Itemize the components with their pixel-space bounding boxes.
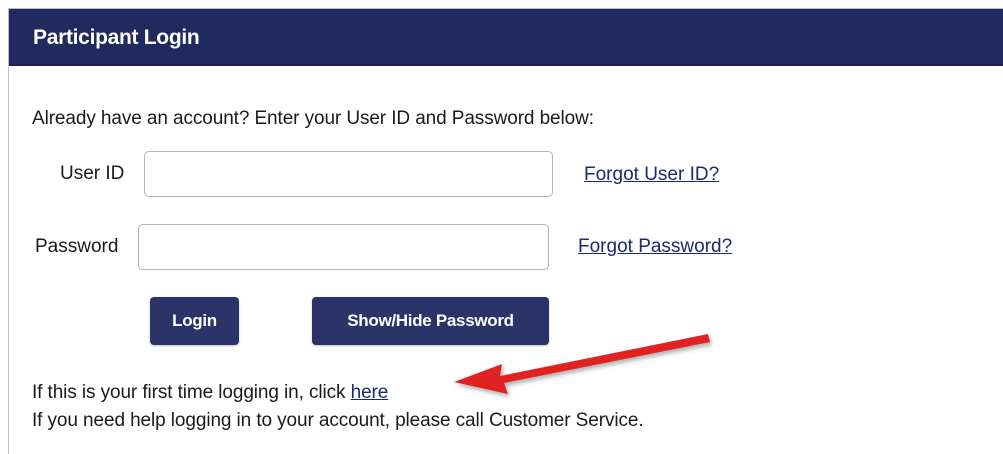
help-message: If you need help logging in to your acco…	[32, 410, 644, 431]
panel-header: Participant Login	[9, 9, 1003, 66]
first-time-message: If this is your first time logging in, c…	[32, 382, 388, 404]
first-time-here-link[interactable]: here	[351, 382, 389, 403]
user-id-label: User ID	[60, 163, 125, 184]
login-button[interactable]: Login	[150, 297, 239, 345]
login-instructions: Already have an account? Enter your User…	[32, 108, 594, 129]
password-input[interactable]	[138, 224, 549, 270]
password-label: Password	[35, 236, 119, 257]
page-title: Participant Login	[33, 26, 200, 49]
user-id-input[interactable]	[144, 151, 553, 197]
red-arrow-icon	[454, 334, 710, 394]
forgot-user-id-link[interactable]: Forgot User ID?	[584, 164, 719, 186]
forgot-password-link[interactable]: Forgot Password?	[578, 236, 732, 258]
first-time-text: If this is your first time logging in, c…	[32, 382, 351, 403]
